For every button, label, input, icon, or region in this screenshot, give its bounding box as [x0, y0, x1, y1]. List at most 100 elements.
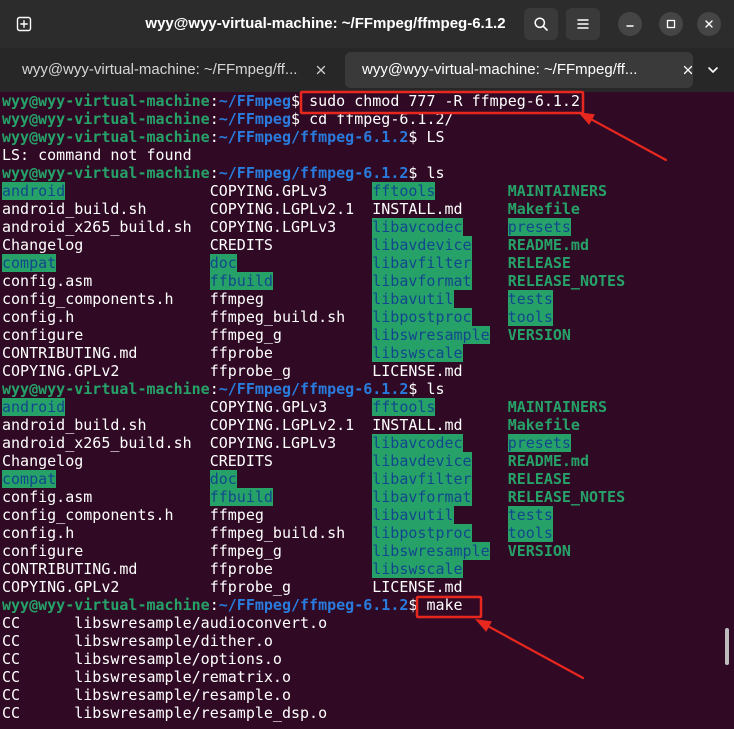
- output-line: LS: command not found: [2, 146, 192, 164]
- ls-entry-directory: android: [2, 398, 66, 416]
- ls-entry-executable: VERSION: [507, 326, 571, 344]
- ls-entry-directory: libavcodec: [372, 218, 463, 236]
- ls-row: compat doc libavfilter RELEASE: [2, 470, 722, 488]
- chevron-down-icon: [708, 67, 718, 73]
- ls-row: Changelog CREDITS libavdevice README.md: [2, 236, 722, 254]
- prompt-separator: :: [209, 596, 219, 614]
- ls-entry-executable: Makefile: [507, 416, 580, 434]
- prompt-user-host: wyy@wyy-virtual-machine: [2, 380, 210, 398]
- ls-entry-file: INSTALL.md: [372, 416, 463, 434]
- ls-entry-file: COPYING.GPLv2: [2, 578, 120, 596]
- ls-row: android_x265_build.sh COPYING.LGPLv3 libav…: [2, 218, 722, 236]
- tab-bar: wyy@wyy-virtual-machine: ~/FFmpeg/ff... …: [0, 48, 734, 92]
- ls-row: CONTRIBUTING.md ffprobe libswscale: [2, 344, 722, 362]
- new-tab-icon: [16, 16, 32, 32]
- ls-entry-file: COPYING.LGPLv3: [209, 218, 337, 236]
- scrollbar-thumb[interactable]: [725, 628, 729, 665]
- minimize-icon: [626, 25, 634, 27]
- prompt-symbol: $: [408, 596, 418, 614]
- terminal-viewport[interactable]: wyy@wyy-virtual-machine:~/FFmpeg$ sudo c…: [0, 92, 734, 729]
- ls-entry-file: config.asm: [2, 488, 93, 506]
- prompt-user-host: wyy@wyy-virtual-machine: [2, 596, 210, 614]
- prompt-symbol: $: [291, 110, 301, 128]
- ls-entry-file: configure: [2, 542, 84, 560]
- prompt-cwd: ~/FFmpeg: [218, 92, 291, 110]
- build-step-tag: CC: [2, 614, 21, 632]
- close-icon: [705, 20, 713, 28]
- ls-entry-file: config.h: [2, 308, 75, 326]
- ls-entry-file: android_build.sh: [2, 200, 147, 218]
- ls-entry-directory: libswscale: [372, 560, 463, 578]
- tab-close-button[interactable]: [310, 59, 332, 81]
- title-bar: wyy@wyy-virtual-machine: ~/FFmpeg/ffmpeg…: [0, 0, 734, 48]
- ls-entry-directory: compat: [2, 254, 57, 272]
- command-text: ls: [426, 380, 445, 398]
- command-text: make: [426, 596, 463, 614]
- build-line: CC libswresample/audioconvert.o: [2, 614, 722, 632]
- ls-entry-file: ffprobe: [209, 344, 273, 362]
- ls-entry-executable: RELEASE_NOTES: [507, 488, 626, 506]
- ls-entry-file: config_components.h: [2, 290, 174, 308]
- tab-terminal-2-active[interactable]: wyy@wyy-virtual-machine: ~/FFmpeg/ff...: [345, 52, 693, 88]
- close-icon: [683, 65, 693, 75]
- minimize-button[interactable]: [618, 12, 642, 36]
- tab-close-button[interactable]: [677, 59, 699, 81]
- ls-entry-directory: tests: [507, 506, 553, 524]
- new-tab-button[interactable]: [7, 8, 41, 40]
- ls-entry-executable: MAINTAINERS: [507, 182, 608, 200]
- ls-entry-directory: libswresample: [372, 542, 490, 560]
- window-title: wyy@wyy-virtual-machine: ~/FFmpeg/ffmpeg…: [145, 15, 506, 32]
- ls-entry-file: ffmpeg_g: [209, 542, 282, 560]
- ls-row: Changelog CREDITS libavdevice README.md: [2, 452, 722, 470]
- build-target: libswresample/audioconvert.o: [74, 614, 328, 632]
- build-line: CC libswresample/options.o: [2, 650, 722, 668]
- ls-entry-executable: README.md: [507, 452, 589, 470]
- build-line: CC libswresample/dither.o: [2, 632, 722, 650]
- tab-terminal-1[interactable]: wyy@wyy-virtual-machine: ~/FFmpeg/ff...: [4, 52, 342, 88]
- build-step-tag: CC: [2, 704, 21, 722]
- build-target: libswresample/dither.o: [74, 632, 273, 650]
- ls-entry-directory: libpostproc: [372, 308, 472, 326]
- build-target: libswresample/rematrix.o: [74, 668, 291, 686]
- prompt-user-host: wyy@wyy-virtual-machine: [2, 128, 210, 146]
- ls-entry-file: ffmpeg: [209, 506, 264, 524]
- prompt-separator: :: [209, 380, 219, 398]
- ls-row: android_build.sh COPYING.LGPLv2.1 INSTALL.…: [2, 416, 722, 434]
- ls-entry-file: Changelog: [2, 236, 84, 254]
- ls-entry-file: Changelog: [2, 452, 84, 470]
- search-icon: [534, 17, 548, 31]
- main-menu-button[interactable]: [566, 8, 600, 40]
- ls-entry-directory: android: [2, 182, 66, 200]
- ls-entry-directory: ffbuild: [209, 488, 273, 506]
- ls-entry-file: android_build.sh: [2, 416, 147, 434]
- ls-entry-file: CREDITS: [209, 236, 273, 254]
- maximize-button[interactable]: [659, 12, 683, 36]
- search-button[interactable]: [524, 8, 558, 40]
- ls-entry-file: CONTRIBUTING.md: [2, 344, 138, 362]
- build-step-tag: CC: [2, 686, 21, 704]
- ls-entry-file: ffmpeg_g: [209, 326, 282, 344]
- ls-entry-file: android_x265_build.sh: [2, 434, 192, 452]
- command-text: sudo chmod 777 -R ffmpeg-6.1.2: [309, 92, 580, 110]
- tab-overflow-button[interactable]: [703, 59, 723, 81]
- ls-entry-file: COPYING.GPLv3: [209, 182, 328, 200]
- close-button[interactable]: [697, 12, 721, 36]
- ls-entry-directory: libavutil: [372, 290, 454, 308]
- ls-entry-directory: tests: [507, 290, 553, 308]
- ls-row: configure ffmpeg_g libswresample VERSION: [2, 326, 722, 344]
- prompt-line: wyy@wyy-virtual-machine:~/FFmpeg/ffmpeg-…: [2, 128, 722, 146]
- prompt-line: wyy@wyy-virtual-machine:~/FFmpeg/ffmpeg-…: [2, 164, 722, 182]
- command-text: cd ffmpeg-6.1.2/: [309, 110, 454, 128]
- ls-entry-file: LICENSE.md: [372, 578, 463, 596]
- ls-entry-file: CONTRIBUTING.md: [2, 560, 138, 578]
- prompt-separator: :: [209, 128, 219, 146]
- build-line: CC libswresample/resample_dsp.o: [2, 704, 722, 722]
- ls-row: android_x265_build.sh COPYING.LGPLv3 libav…: [2, 434, 722, 452]
- prompt-user-host: wyy@wyy-virtual-machine: [2, 92, 210, 110]
- prompt-separator: :: [209, 164, 219, 182]
- build-line: CC libswresample/rematrix.o: [2, 668, 722, 686]
- prompt-line: wyy@wyy-virtual-machine:~/FFmpeg/ffmpeg-…: [2, 380, 722, 398]
- prompt-line: wyy@wyy-virtual-machine:~/FFmpeg$ cd ffm…: [2, 110, 722, 128]
- ls-entry-directory: libavcodec: [372, 434, 463, 452]
- ls-entry-directory: fftools: [372, 398, 436, 416]
